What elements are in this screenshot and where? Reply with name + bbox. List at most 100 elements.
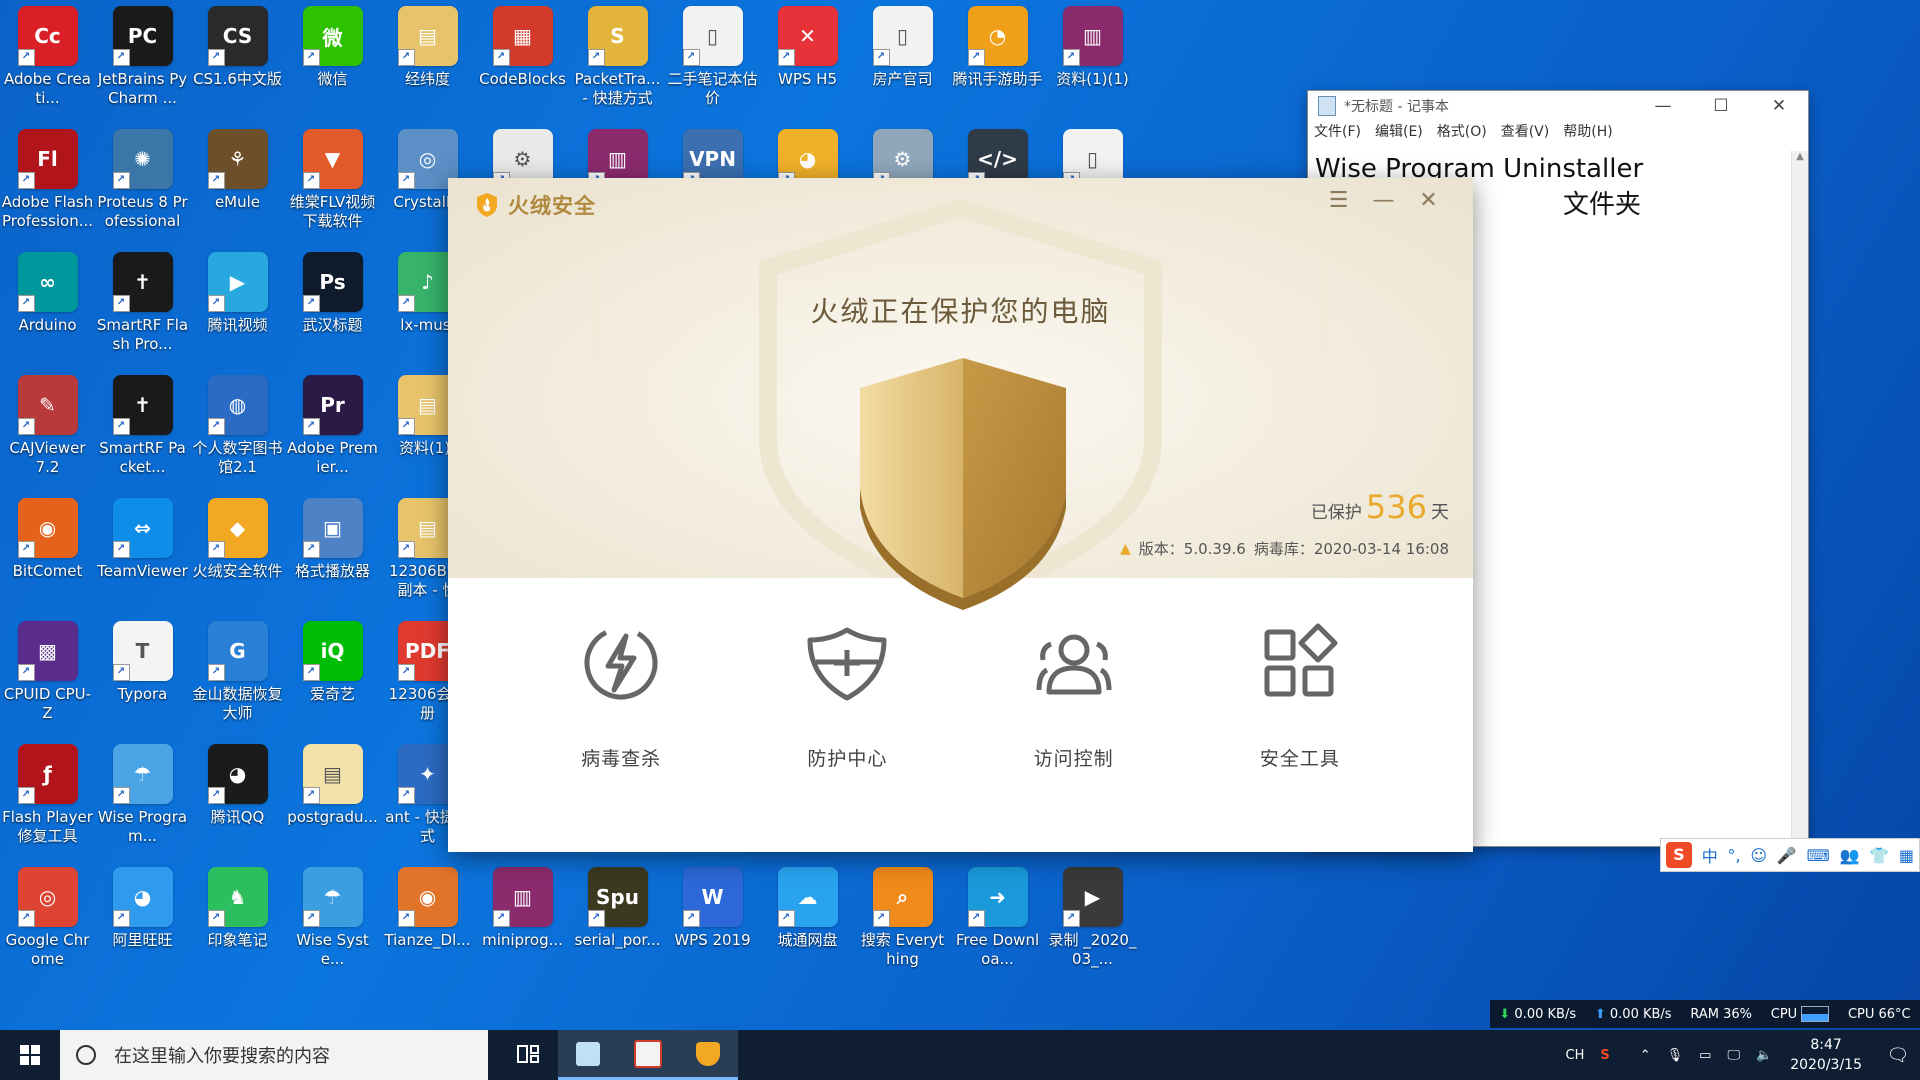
desktop-icon[interactable]: ▤ ↗ 经纬度 [380,0,475,123]
ime-punctuation-icon[interactable]: °, [1728,846,1741,865]
ime-toolbar[interactable]: S 中 °, ☺ 🎤 ⌨ 👥 👕 ▦ [1660,838,1920,872]
desktop-icon[interactable]: ☂ ↗ Wise Syste... [285,861,380,984]
ime-skin-icon[interactable]: 👕 [1869,846,1889,865]
taskbar-search-box[interactable]: 在这里输入你要搜索的内容 [60,1030,488,1080]
desktop-icon[interactable]: ✕ ↗ WPS H5 [760,0,855,123]
desktop-icon[interactable]: ƒ ↗ Flash Player 修复工具 [0,738,95,861]
minimize-button[interactable]: — [1361,188,1406,213]
system-meter[interactable]: ⬇ 0.00 KB/s ⬆ 0.00 KB/s RAM 36% CPU CPU … [1490,1000,1920,1028]
ime-chinese-mode[interactable]: 中 [1702,843,1718,867]
desktop-icon[interactable]: ♞ ↗ 印象笔记 [190,861,285,984]
desktop-icon[interactable]: iQ ↗ 爱奇艺 [285,615,380,738]
sogou-logo-icon[interactable]: S [1665,842,1692,868]
desktop-icon[interactable]: ▦ ↗ CodeBlocks [475,0,570,123]
desktop-icon[interactable]: ◍ ↗ 个人数字图书馆2.1 [190,369,285,492]
desktop-icon[interactable]: CS ↗ CS1.6中文版 [190,0,285,123]
desktop-icon[interactable]: ⌕ ↗ 搜索 Everything [855,861,950,984]
menu-view[interactable]: 查看(V) [1501,121,1550,143]
desktop-icon[interactable]: ▼ ↗ 维棠FLV视频下载软件 [285,123,380,246]
desktop-icon[interactable]: ✝ ↗ SmartRF Packet... [95,369,190,492]
ime-keyboard-icon[interactable]: ⌨ [1807,846,1830,865]
taskbar-huorong[interactable] [678,1030,738,1080]
notepad-titlebar[interactable]: *无标题 - 记事本 — ☐ ✕ [1308,91,1808,121]
desktop-icon-label: 火绒安全软件 [192,562,283,580]
desktop-icon[interactable]: ⚘ ↗ eMule [190,123,285,246]
close-button[interactable]: ✕ [1406,188,1451,213]
desktop-icon[interactable]: ◕ ↗ 阿里旺旺 [95,861,190,984]
desktop-icon[interactable]: ▣ ↗ 格式播放器 [285,492,380,615]
desktop-icon[interactable]: 微 ↗ 微信 [285,0,380,123]
sogou-tray-icon[interactable]: S [1600,1048,1609,1063]
desktop-icon[interactable]: ▤ ↗ postgradu... [285,738,380,861]
taskbar-image-viewer[interactable] [618,1030,678,1080]
update-arrow-icon[interactable]: ▲ [1120,541,1131,557]
taskbar-notepad[interactable] [558,1030,618,1080]
desktop-icon[interactable]: S ↗ PacketTra... - 快捷方式 [570,0,665,123]
input-language[interactable]: CH [1566,1048,1585,1063]
desktop-icon[interactable]: Ps ↗ 武汉标题 [285,246,380,369]
ime-toolbox-icon[interactable]: ▦ [1899,846,1914,865]
network-icon[interactable]: 🖵 [1727,1048,1740,1063]
clock[interactable]: 8:47 2020/3/15 [1790,1035,1862,1075]
huorong-titlebar[interactable]: 火绒安全 [476,190,596,220]
desktop-icon[interactable]: ◎ ↗ Google Chrome [0,861,95,984]
close-button[interactable]: ✕ [1750,96,1808,116]
scroll-up-icon[interactable]: ▲ [1792,151,1808,162]
desktop-icon[interactable]: Spu ↗ serial_por... [570,861,665,984]
chevron-up-icon[interactable]: ⌃ [1640,1048,1651,1063]
desktop-icon[interactable]: ◕ ↗ 腾讯QQ [190,738,285,861]
tile-security-tools[interactable]: 安全工具 [1200,578,1400,852]
task-view-button[interactable] [498,1030,558,1080]
menu-file[interactable]: 文件(F) [1314,121,1361,143]
desktop-icon[interactable]: ✝ ↗ SmartRF Flash Pro... [95,246,190,369]
maximize-button[interactable]: ☐ [1692,96,1750,116]
shortcut-arrow-icon: ↗ [17,172,35,189]
minimize-button[interactable]: — [1634,96,1692,116]
desktop-icon[interactable]: ☂ ↗ Wise Program... [95,738,190,861]
desktop-icon[interactable]: T ↗ Typora [95,615,190,738]
desktop-icon[interactable]: ☁ ↗ 城通网盘 [760,861,855,984]
desktop-icon-label: CS1.6中文版 [193,70,282,88]
desktop-icon[interactable]: ▯ ↗ 房产官司 [855,0,950,123]
shortcut-arrow-icon: ↗ [17,787,35,804]
desktop-icon[interactable]: ▯ ↗ 二手笔记本估价 [665,0,760,123]
desktop-icon[interactable]: ✎ ↗ CAJViewer 7.2 [0,369,95,492]
desktop-icon[interactable]: ◆ ↗ 火绒安全软件 [190,492,285,615]
battery-icon[interactable]: ▭ [1699,1048,1711,1063]
desktop-icon[interactable]: ◔ ↗ 腾讯手游助手 [950,0,1045,123]
desktop-icon[interactable]: ▩ ↗ CPUID CPU-Z [0,615,95,738]
menu-help[interactable]: 帮助(H) [1563,121,1612,143]
notepad-scrollbar[interactable]: ▲ [1791,151,1808,846]
desktop-icon[interactable]: W ↗ WPS 2019 [665,861,760,984]
microphone-icon[interactable]: 🎙 [1667,1048,1684,1063]
desktop-icon[interactable]: Pr ↗ Adobe Premier... [285,369,380,492]
tile-access-control[interactable]: 访问控制 [974,578,1174,852]
ime-user-icon[interactable]: 👥 [1839,846,1859,865]
desktop-icon[interactable]: ▥ ↗ miniprog... [475,861,570,984]
menu-format[interactable]: 格式(O) [1437,121,1487,143]
desktop-icon[interactable]: ◉ ↗ BitComet [0,492,95,615]
notification-icon[interactable]: 🗨 [1876,1045,1920,1066]
start-button[interactable] [0,1030,60,1080]
tile-protection-center[interactable]: 防护中心 [747,578,947,852]
desktop-icon[interactable]: Fl ↗ Adobe Flash Profession... [0,123,95,246]
desktop-icon[interactable]: ◉ ↗ Tianze_Dl... [380,861,475,984]
huorong-window[interactable]: 火绒安全 ☰ — ✕ 火绒正在保护您的电脑 已保护 536 天 ▲ 版本：5.0.3… [448,178,1473,852]
desktop-icon[interactable]: ∞ ↗ Arduino [0,246,95,369]
ime-voice-icon[interactable]: 🎤 [1777,846,1797,865]
ime-emoji-icon[interactable]: ☺ [1750,846,1767,865]
desktop-icon[interactable]: PC ↗ JetBrains PyCharm ... [95,0,190,123]
menu-edit[interactable]: 编辑(E) [1375,121,1423,143]
desktop-icon[interactable]: ▶ ↗ 录制 _2020_03_... [1045,861,1140,984]
desktop-icon[interactable]: ➜ ↗ Free Downloa... [950,861,1045,984]
volume-icon[interactable]: 🔈 [1756,1048,1772,1063]
menu-button[interactable]: ☰ [1316,188,1361,213]
desktop-icon[interactable]: G ↗ 金山数据恢复大师 [190,615,285,738]
desktop-icon[interactable]: ▶ ↗ 腾讯视频 [190,246,285,369]
desktop-icon[interactable]: Cc ↗ Adobe Creati... [0,0,95,123]
desktop-icon[interactable]: ▥ ↗ 资料(1)(1) [1045,0,1140,123]
desktop-icon[interactable]: ⇔ ↗ TeamViewer [95,492,190,615]
app-icon: ▣ ↗ [302,498,363,558]
tile-virus-scan[interactable]: 病毒查杀 [521,578,721,852]
desktop-icon[interactable]: ✺ ↗ Proteus 8 Professional [95,123,190,246]
